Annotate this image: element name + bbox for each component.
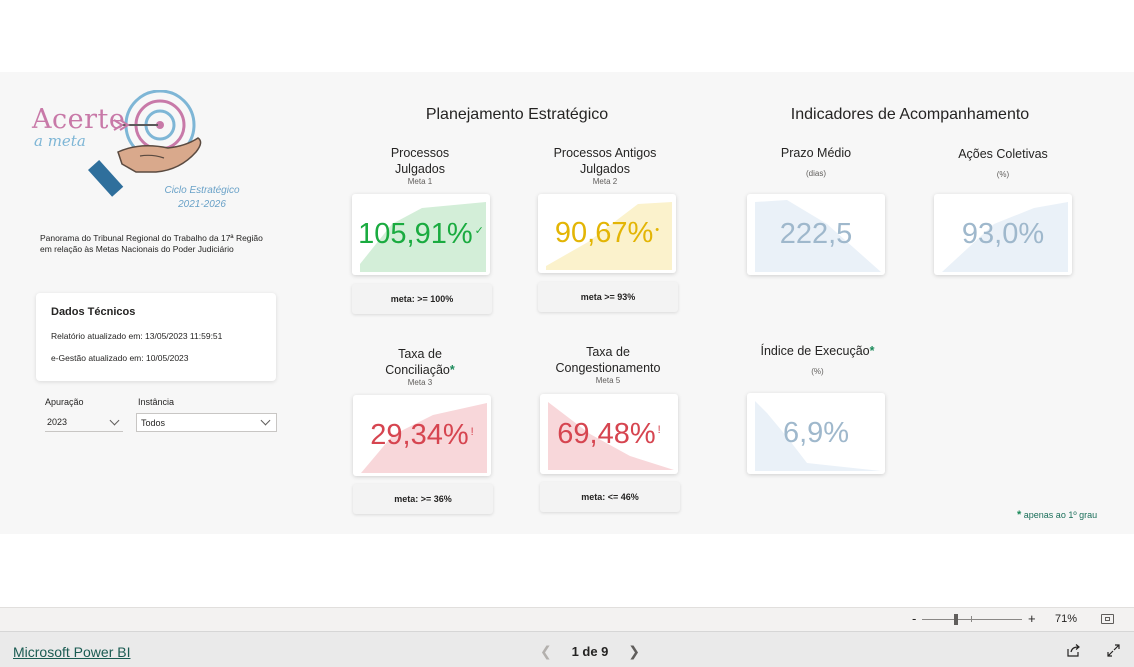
relatorio-updated: Relatório atualizado em: 13/05/2023 11:5… bbox=[51, 331, 223, 341]
meta5-label-1: Taxa de bbox=[586, 345, 630, 359]
meta2-label-2: Julgados bbox=[579, 162, 631, 176]
acoes-card[interactable]: 93,0% bbox=[934, 194, 1072, 275]
meta2-card[interactable]: 90,67% • bbox=[538, 194, 676, 273]
meta5-value-wrap: 69,48%! bbox=[540, 394, 678, 474]
meta1-sub: Meta 1 bbox=[407, 177, 433, 186]
prazo-value: 222,5 bbox=[779, 218, 853, 250]
meta3-value-wrap: 29,34%! bbox=[353, 395, 491, 476]
apuracao-dropdown[interactable]: 2023 bbox=[45, 413, 123, 432]
logo-title: Acerte bbox=[32, 104, 126, 135]
meta3-label-2-wrap: Conciliação* bbox=[350, 362, 490, 378]
prazo-sub: (dias) bbox=[805, 169, 826, 178]
page-indicator: 1 de 9 bbox=[571, 644, 609, 659]
meta2-label-1: Processos Antigos bbox=[553, 146, 657, 160]
execucao-card[interactable]: 6,9% bbox=[747, 393, 885, 474]
chevron-down-icon bbox=[109, 415, 120, 425]
zoom-in-button[interactable]: + bbox=[1028, 611, 1036, 626]
execucao-header: Índice de Execução* (%) bbox=[745, 343, 890, 376]
logo-cycle-line1: Ciclo Estratégico bbox=[164, 185, 240, 196]
dados-tecnicos-title: Dados Técnicos bbox=[51, 306, 136, 318]
meta3-target: meta: >= 36% bbox=[353, 484, 493, 514]
zoom-slider-tick bbox=[971, 616, 972, 622]
logo-cycle-line2: 2021-2026 bbox=[178, 199, 226, 210]
report-canvas: Acerte a meta Ciclo Estratégico 2021-202… bbox=[0, 72, 1134, 534]
zoom-slider-track[interactable] bbox=[922, 619, 1022, 620]
meta2-value: 90,67% bbox=[554, 217, 654, 249]
meta1-label-1: Processos bbox=[390, 146, 450, 160]
meta1-value-wrap: 105,91% ✓ bbox=[352, 194, 490, 275]
meta2-sub: Meta 2 bbox=[592, 177, 618, 186]
acoes-sub: (%) bbox=[996, 170, 1010, 179]
panorama-description: Panorama do Tribunal Regional do Trabalh… bbox=[40, 233, 263, 254]
meta5-header: Taxa de Congestionamento Meta 5 bbox=[538, 344, 678, 385]
acoes-header: Ações Coletivas (%) bbox=[933, 146, 1073, 179]
meta5-sub: Meta 5 bbox=[595, 376, 621, 385]
execucao-label: Índice de Execução bbox=[760, 344, 870, 358]
execucao-sub: (%) bbox=[811, 367, 824, 376]
execucao-asterisk: * bbox=[869, 344, 875, 358]
meta3-header: Taxa de Conciliação* Meta 3 bbox=[350, 346, 490, 387]
meta3-value: 29,34% bbox=[370, 419, 469, 451]
next-page-icon[interactable]: ❯ bbox=[628, 643, 640, 660]
zoom-slider-thumb[interactable] bbox=[954, 614, 958, 625]
zoom-out-button[interactable]: - bbox=[912, 611, 916, 626]
prazo-header: Prazo Médio (dias) bbox=[746, 145, 886, 178]
meta2-target: meta >= 93% bbox=[538, 282, 678, 312]
meta5-label-2: Congestionamento bbox=[555, 361, 661, 375]
fit-to-page-icon[interactable] bbox=[1101, 614, 1114, 624]
egestao-updated: e-Gestão atualizado em: 10/05/2023 bbox=[51, 353, 189, 363]
alert-icon: ! bbox=[657, 424, 661, 436]
footnote-text: apenas ao 1º grau bbox=[1021, 510, 1098, 520]
instancia-label: Instância bbox=[138, 397, 175, 407]
prazo-card[interactable]: 222,5 bbox=[747, 194, 885, 275]
meta1-value: 105,91% bbox=[358, 218, 473, 250]
meta5-value: 69,48% bbox=[557, 417, 656, 450]
apuracao-label: Apuração bbox=[45, 397, 84, 407]
logo-cycle: Ciclo Estratégico 2021-2026 bbox=[160, 184, 244, 212]
previous-page-icon[interactable]: ❮ bbox=[540, 643, 552, 660]
chevron-down-icon bbox=[260, 415, 271, 426]
meta3-label-1: Taxa de bbox=[398, 347, 442, 361]
meta3-label-2: Conciliação bbox=[385, 363, 450, 377]
apuracao-slicer: Apuração 2023 bbox=[45, 397, 123, 432]
dot-icon: • bbox=[655, 223, 660, 236]
planejamento-title: Planejamento Estratégico bbox=[425, 106, 609, 123]
share-icon[interactable] bbox=[1066, 643, 1081, 658]
meta1-header: Processos Julgados Meta 1 bbox=[350, 145, 490, 186]
meta5-target: meta: <= 46% bbox=[540, 482, 680, 512]
meta1-label-2: Julgados bbox=[394, 162, 446, 176]
acoes-label: Ações Coletivas bbox=[958, 147, 1048, 161]
meta3-asterisk: * bbox=[449, 363, 455, 377]
meta3-sub: Meta 3 bbox=[407, 378, 433, 387]
execucao-value: 6,9% bbox=[782, 417, 850, 449]
meta1-card[interactable]: 105,91% ✓ bbox=[352, 194, 490, 275]
acoes-value: 93,0% bbox=[961, 218, 1045, 250]
acerte-a-meta-logo: Acerte a meta Ciclo Estratégico 2021-202… bbox=[28, 90, 240, 210]
footnote: * apenas ao 1º grau bbox=[1017, 509, 1127, 521]
dados-tecnicos-card: Dados Técnicos Relatório atualizado em: … bbox=[36, 293, 276, 381]
zoom-bar: - + 71% bbox=[0, 607, 1134, 631]
indicadores-title: Indicadores de Acompanhamento bbox=[790, 106, 1030, 123]
meta2-header: Processos Antigos Julgados Meta 2 bbox=[535, 145, 675, 186]
logo-subtitle: a meta bbox=[34, 132, 86, 150]
apuracao-value: 2023 bbox=[47, 417, 68, 427]
alert-icon: ! bbox=[470, 425, 474, 438]
microsoft-power-bi-link[interactable]: Microsoft Power BI bbox=[13, 644, 130, 660]
instancia-slicer: Instância Todos bbox=[136, 397, 277, 432]
prazo-label: Prazo Médio bbox=[780, 146, 852, 160]
meta5-card[interactable]: 69,48%! bbox=[540, 394, 678, 474]
fullscreen-icon[interactable] bbox=[1106, 643, 1121, 658]
page-navigator: ❮ 1 de 9 ❯ bbox=[540, 643, 640, 660]
zoom-level[interactable]: 71% bbox=[1055, 613, 1077, 625]
instancia-value: Todos bbox=[141, 417, 166, 428]
powerbi-footer: Microsoft Power BI ❮ 1 de 9 ❯ bbox=[0, 631, 1134, 667]
instancia-dropdown[interactable]: Todos bbox=[136, 413, 277, 432]
meta1-target: meta: >= 100% bbox=[352, 284, 492, 314]
meta3-card[interactable]: 29,34%! bbox=[353, 395, 491, 476]
meta2-value-wrap: 90,67% • bbox=[538, 194, 676, 273]
execucao-label-wrap: Índice de Execução* bbox=[745, 343, 890, 359]
check-icon: ✓ bbox=[474, 225, 484, 237]
